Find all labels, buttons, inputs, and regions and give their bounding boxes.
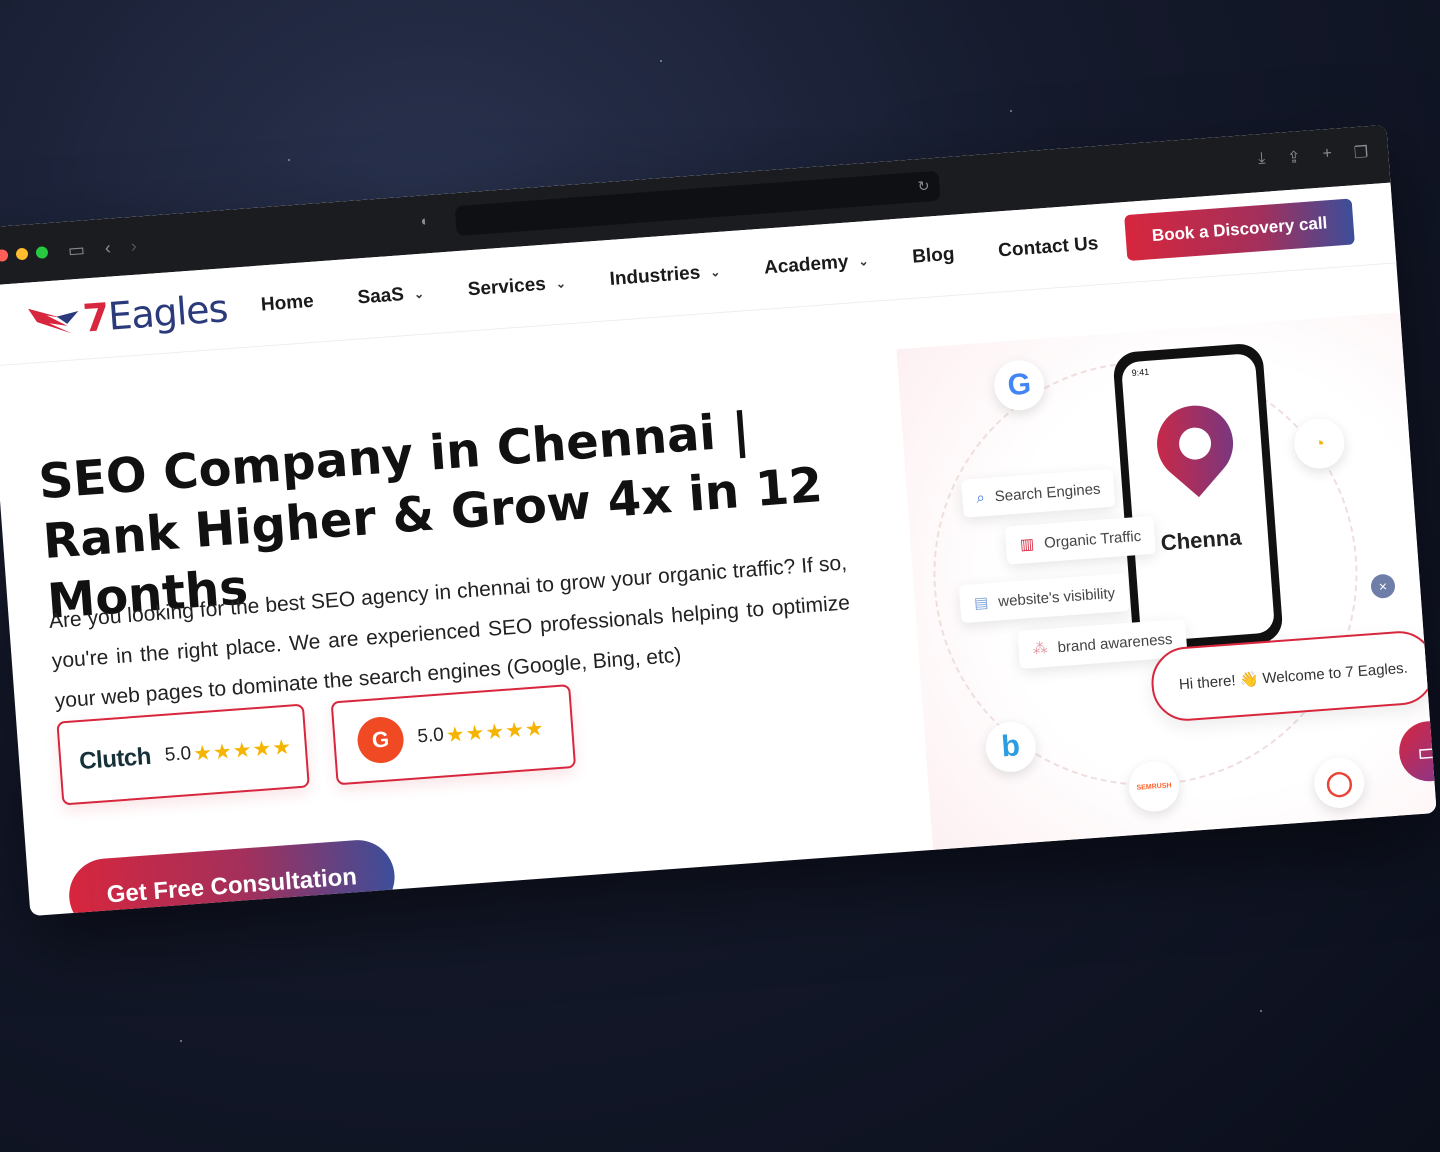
star-rating-icon: ★★★★★ [444, 716, 546, 747]
chevron-down-icon: ⌄ [709, 264, 721, 280]
nav-item-blog[interactable]: Blog [912, 244, 956, 269]
chat-close-button[interactable]: × [1370, 573, 1396, 600]
toolbar-actions: ⤓ ⇪ + ❐ [1258, 142, 1369, 170]
background-star [180, 1040, 182, 1042]
chevron-down-icon: ⌄ [413, 286, 425, 302]
chat-launcher-button[interactable]: ▭ [1397, 719, 1437, 784]
hero-section: SEO Company in Chennai | Rank Higher & G… [0, 262, 1437, 917]
clutch-rating-badge[interactable]: Clutch 5.0 ★★★★★ [56, 703, 310, 806]
browser-window: ▭ ‹ › ◐ ↻ ⤓ ⇪ + ❐ 7Eagles Home SaaS ⌄ Se… [0, 124, 1437, 917]
background-star [1010, 110, 1012, 112]
ring-logo-icon: ◯ [1312, 756, 1367, 810]
location-pin-icon [1141, 389, 1249, 498]
phone-time: 9:41 [1131, 366, 1150, 379]
close-window-button[interactable] [0, 249, 9, 262]
back-arrow-icon[interactable]: ‹ [104, 237, 112, 258]
desktop-background: ▭ ‹ › ◐ ↻ ⤓ ⇪ + ❐ 7Eagles Home SaaS ⌄ Se… [0, 0, 1440, 1152]
download-icon[interactable]: ⤓ [1258, 150, 1267, 170]
chevron-down-icon: ⌄ [555, 276, 567, 291]
nav-item-home[interactable]: Home [260, 291, 314, 317]
sidebar-toggle-icon[interactable]: ▭ [67, 239, 86, 261]
clutch-logo: Clutch [78, 742, 152, 776]
tab-overview-icon[interactable]: ❐ [1353, 142, 1369, 163]
site-logo[interactable]: 7Eagles [25, 286, 229, 345]
forward-arrow-icon[interactable]: › [130, 235, 138, 256]
nav-item-services[interactable]: Services ⌄ [467, 272, 567, 301]
g2-rating-badge[interactable]: G 5.0 ★★★★★ [330, 684, 577, 786]
book-discovery-call-button[interactable]: Book a Discovery call [1124, 198, 1355, 262]
background-star [288, 159, 290, 161]
get-free-consultation-button[interactable]: Get Free Consultation [66, 837, 398, 917]
nav-item-contact[interactable]: Contact Us [998, 233, 1100, 262]
hero-illustration: 9:41 Chenna G b SEMRUSH ◔ ◯ ⌕ Search Engi… [896, 312, 1437, 850]
search-icon: ⌕ [975, 488, 986, 507]
nav-item-saas[interactable]: SaaS ⌄ [357, 283, 425, 310]
g2-rating-value: 5.0 [416, 724, 445, 748]
network-icon: ⁂ [1032, 639, 1049, 659]
star-rating-icon: ★★★★★ [192, 735, 293, 766]
browser-icon: ▤ [973, 594, 989, 613]
nav-item-industries[interactable]: Industries ⌄ [609, 261, 721, 291]
new-tab-icon[interactable]: + [1322, 145, 1333, 166]
chart-icon: ▥ [1019, 535, 1035, 554]
share-icon[interactable]: ⇪ [1287, 147, 1302, 168]
eagle-logo-icon [28, 308, 79, 334]
maximize-window-button[interactable] [35, 246, 49, 259]
refresh-icon[interactable]: ↻ [917, 177, 930, 195]
phone-mockup: 9:41 Chenna [1112, 342, 1284, 653]
background-star [1260, 1010, 1262, 1012]
chevron-down-icon: ⌄ [857, 254, 869, 269]
phone-screen: 9:41 Chenna [1120, 352, 1276, 643]
privacy-shield-icon[interactable]: ◐ [420, 212, 430, 229]
clutch-rating-value: 5.0 [164, 742, 192, 766]
minimize-window-button[interactable] [15, 247, 29, 261]
nav-item-academy[interactable]: Academy ⌄ [763, 250, 869, 280]
background-star [660, 60, 662, 62]
logo-text: 7Eagles [81, 286, 229, 341]
chat-icon: ▭ [1415, 734, 1437, 767]
g2-logo-icon: G [355, 715, 406, 765]
window-controls [0, 246, 49, 262]
